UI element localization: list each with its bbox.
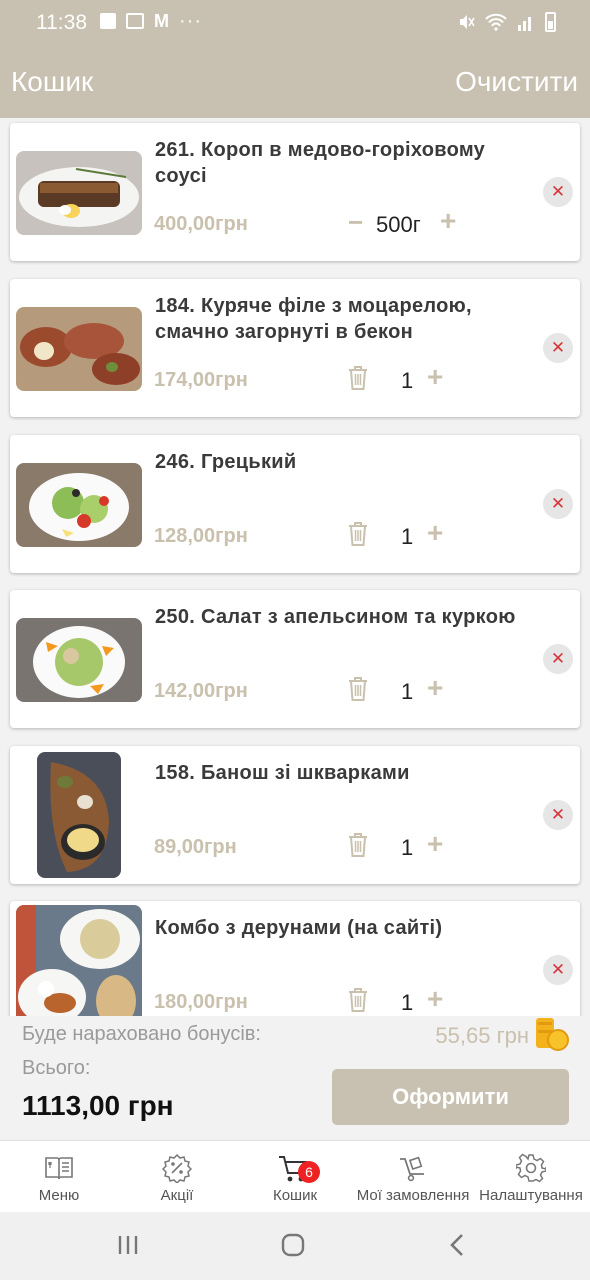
more-dots-icon: ··· — [179, 10, 202, 32]
remove-item-button[interactable]: ✕ — [543, 800, 573, 830]
nav-label: Мої замовлення — [356, 1187, 470, 1204]
item-price: 128,00грн — [154, 525, 248, 547]
item-quantity: 1 — [401, 524, 414, 549]
bottom-navigation: Меню Акції 6 Кошик Мої замовлення Налашт… — [0, 1140, 590, 1212]
dish-image-orange-chicken-salad — [16, 618, 142, 702]
gear-icon — [516, 1153, 546, 1183]
item-name: 246. Грецький — [155, 451, 297, 473]
gallery-icon — [126, 13, 144, 29]
dish-image-combo-deruny — [16, 905, 142, 1016]
status-time: 11:38 — [36, 11, 87, 34]
trash-icon[interactable] — [347, 521, 369, 547]
remove-item-button[interactable]: ✕ — [543, 489, 573, 519]
dish-image-carp — [16, 151, 142, 235]
decrease-quantity-button[interactable]: − — [348, 207, 363, 238]
item-price: 89,00грн — [154, 836, 237, 858]
item-name: Комбо з дерунами (на сайті) — [155, 917, 443, 939]
item-quantity: 1 — [401, 835, 414, 860]
app-bar: Кошик Очистити — [0, 46, 590, 118]
remove-item-button[interactable]: ✕ — [543, 177, 573, 207]
nav-item-my-orders[interactable]: Мої замовлення — [354, 1141, 472, 1213]
bonus-value: 55,65 грн — [435, 1023, 529, 1048]
dish-image-greek-salad — [16, 463, 142, 547]
item-price: 174,00грн — [154, 369, 248, 391]
bonus-label: Буде нараховано бонусів: — [22, 1023, 261, 1045]
item-price: 400,00грн — [154, 213, 248, 235]
item-quantity: 500г — [376, 212, 421, 237]
trash-icon[interactable] — [347, 832, 369, 858]
battery-icon — [545, 12, 556, 32]
coins-icon — [536, 1018, 569, 1051]
total-label: Всього: — [22, 1057, 91, 1079]
recent-apps-icon[interactable] — [117, 1234, 139, 1256]
cart-item: 261. Короп в медово-горіховому соусі 400… — [10, 123, 580, 261]
item-price: 142,00грн — [154, 680, 248, 702]
gmail-icon: M — [154, 11, 169, 31]
nav-label: Налаштування — [479, 1187, 583, 1204]
checkout-button[interactable]: Оформити — [332, 1069, 569, 1125]
back-icon[interactable] — [449, 1233, 465, 1257]
cart-item: 250. Салат з апельсином та куркою 142,00… — [10, 590, 580, 728]
trash-icon[interactable] — [347, 987, 369, 1013]
signal-icon — [518, 17, 531, 31]
remove-item-button[interactable]: ✕ — [543, 955, 573, 985]
nav-label: Кошик — [272, 1187, 318, 1204]
clear-cart-button[interactable]: Очистити — [455, 66, 578, 98]
notification-square-icon — [100, 13, 116, 29]
item-name: 158. Банош зі шкварками — [155, 762, 410, 784]
item-quantity: 1 — [401, 990, 414, 1015]
item-name: 184. Куряче філе з моцарелою, смачно заг… — [155, 295, 472, 343]
total-value: 1113,00 грн — [22, 1090, 174, 1121]
increase-quantity-button[interactable]: + — [427, 983, 443, 1015]
nav-item-cart[interactable]: 6 Кошик — [236, 1141, 354, 1213]
mute-icon — [460, 15, 475, 29]
system-navigation-bar — [0, 1212, 590, 1280]
wifi-icon — [485, 13, 507, 31]
percent-badge-icon — [162, 1153, 192, 1183]
delivery-cart-icon — [400, 1156, 424, 1182]
item-name: 261. Короп в медово-горіховому соусі — [155, 139, 486, 187]
cart-count-badge: 6 — [298, 1161, 320, 1183]
increase-quantity-button[interactable]: + — [427, 828, 443, 860]
notification-icons: M ··· — [100, 10, 202, 32]
nav-label: Меню — [38, 1187, 80, 1204]
dish-image-chicken-bacon — [16, 307, 142, 391]
menu-book-icon — [45, 1157, 73, 1180]
cart-item: 184. Куряче філе з моцарелою, смачно заг… — [10, 279, 580, 417]
remove-item-button[interactable]: ✕ — [543, 644, 573, 674]
home-icon[interactable] — [281, 1233, 305, 1257]
trash-icon[interactable] — [347, 365, 369, 391]
cart-item: 246. Грецький 128,00грн 1 + ✕ — [10, 435, 580, 573]
trash-icon[interactable] — [347, 676, 369, 702]
status-bar: 11:38 M ··· — [0, 0, 590, 46]
increase-quantity-button[interactable]: + — [427, 517, 443, 549]
nav-item-menu[interactable]: Меню — [0, 1141, 118, 1213]
item-name: 250. Салат з апельсином та куркою — [155, 606, 516, 628]
item-quantity: 1 — [401, 368, 414, 393]
cart-list[interactable]: 261. Короп в медово-горіховому соусі 400… — [0, 118, 590, 1016]
item-quantity: 1 — [401, 679, 414, 704]
cart-item: 158. Банош зі шкварками 89,00грн 1 + ✕ — [10, 746, 580, 884]
nav-item-settings[interactable]: Налаштування — [472, 1141, 590, 1213]
page-title: Кошик — [11, 66, 94, 97]
cart-item: Комбо з дерунами (на сайті) 180,00грн 1 … — [10, 901, 580, 1016]
increase-quantity-button[interactable]: + — [427, 672, 443, 704]
nav-label: Акції — [160, 1187, 194, 1204]
nav-item-promotions[interactable]: Акції — [118, 1141, 236, 1213]
increase-quantity-button[interactable]: + — [427, 361, 443, 393]
item-price: 180,00грн — [154, 991, 248, 1013]
system-status-icons — [457, 12, 556, 32]
increase-quantity-button[interactable]: + — [440, 205, 456, 237]
remove-item-button[interactable]: ✕ — [543, 333, 573, 363]
order-summary: Буде нараховано бонусів: 55,65 грн Всьог… — [0, 1016, 590, 1140]
dish-image-banosh — [37, 752, 121, 878]
